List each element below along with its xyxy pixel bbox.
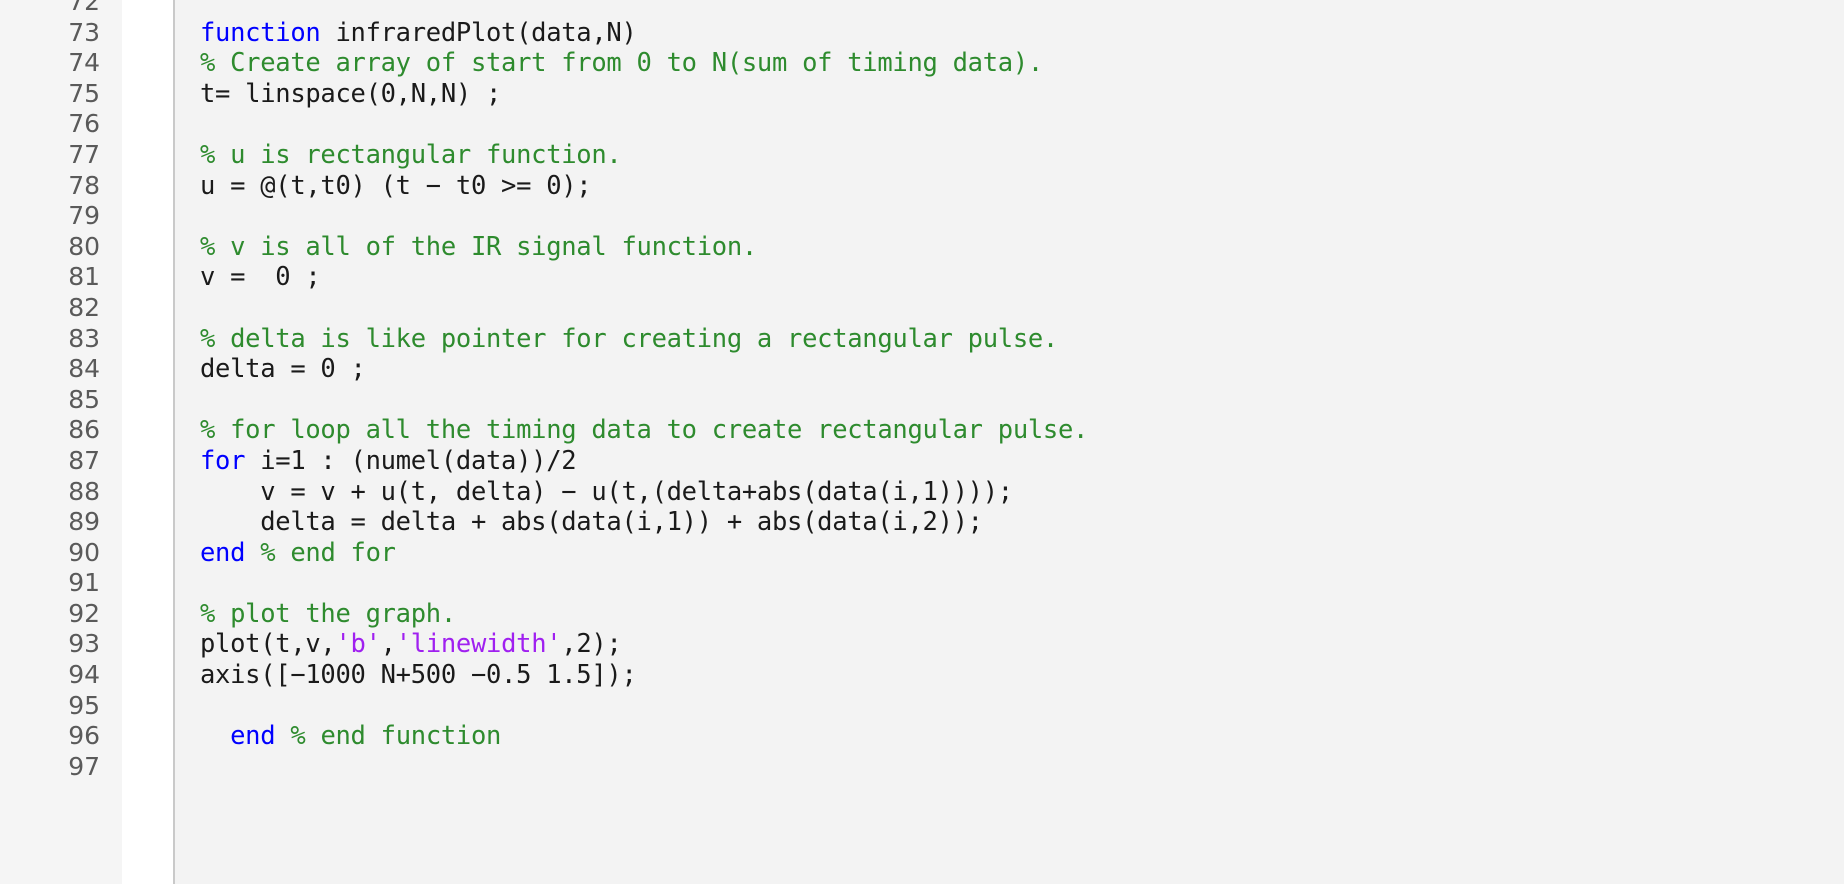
code-line[interactable]: end % end for <box>175 538 1844 569</box>
code-line[interactable] <box>175 385 1844 416</box>
code-editor[interactable]: 72 73 74 75 76 77 78 79 80 81 82 83 84 85 86 87 88 89 90 91… <box>0 0 1844 884</box>
code-line[interactable]: v = v + u(t, delta) − u(t,(delta+abs(dat… <box>175 477 1844 508</box>
code-line[interactable]: function infraredPlot(data,N) <box>175 18 1844 49</box>
line-number: 78 <box>68 170 100 200</box>
line-number: 80 <box>68 231 100 261</box>
code-token-plain: u = @(t,t0) (t − t0 >= 0); <box>200 170 592 201</box>
code-token-comment: % u is rectangular function. <box>200 139 622 170</box>
code-token-plain: , <box>380 629 396 660</box>
line-number: 92 <box>68 598 100 628</box>
code-token-comment: % end for <box>260 537 396 568</box>
code-token-keyword: end <box>230 721 276 752</box>
line-number: 94 <box>68 660 100 690</box>
line-number: 82 <box>68 292 100 322</box>
code-token-plain: delta = 0 ; <box>200 354 366 385</box>
code-line[interactable]: delta = delta + abs(data(i,1)) + abs(dat… <box>175 507 1844 538</box>
line-number: 86 <box>68 415 100 445</box>
code-line[interactable]: for i=1 : (numel(data))/2 <box>175 446 1844 477</box>
code-token-comment: % v is all of the IR signal function. <box>200 231 757 262</box>
line-number: 75 <box>68 78 100 108</box>
code-line[interactable]: u = @(t,t0) (t − t0 >= 0); <box>175 171 1844 202</box>
code-token-plain: i=1 : (numel(data))/2 <box>245 445 577 476</box>
code-line-list: function infraredPlot(data,N)% Create ar… <box>175 0 1844 782</box>
code-token-plain: ,2); <box>561 629 622 660</box>
code-token-keyword: end <box>200 537 246 568</box>
code-token-plain: v = v + u(t, delta) − u(t,(delta+abs(dat… <box>200 476 1013 507</box>
line-number: 93 <box>68 629 100 659</box>
line-number: 89 <box>68 507 100 537</box>
code-line[interactable]: % for loop all the timing data to create… <box>175 415 1844 446</box>
line-number-list: 72 73 74 75 76 77 78 79 80 81 82 83 84 85 86 87 88 89 90 91… <box>0 0 122 782</box>
code-line[interactable]: end % end function <box>175 721 1844 752</box>
code-line[interactable]: axis([−1000 N+500 −0.5 1.5]); <box>175 660 1844 691</box>
code-line[interactable]: delta = 0 ; <box>175 354 1844 385</box>
code-line[interactable]: v = 0 ; <box>175 262 1844 293</box>
line-number: 91 <box>68 568 100 598</box>
line-number: 83 <box>68 323 100 353</box>
line-number: 87 <box>68 445 100 475</box>
code-line[interactable]: % u is rectangular function. <box>175 140 1844 171</box>
code-token-plain: v = 0 ; <box>200 262 321 293</box>
breakpoint-fold-column[interactable] <box>122 0 173 884</box>
code-token-comment: % Create array of start from 0 to N(sum … <box>200 48 1043 79</box>
code-line[interactable]: % Create array of start from 0 to N(sum … <box>175 48 1844 79</box>
code-token-plain: plot(t,v, <box>200 629 336 660</box>
code-line[interactable]: plot(t,v,'b','linewidth',2); <box>175 629 1844 660</box>
code-line[interactable] <box>175 0 1844 18</box>
line-number: 79 <box>68 201 100 231</box>
line-number-gutter[interactable]: 72 73 74 75 76 77 78 79 80 81 82 83 84 85 86 87 88 89 90 91… <box>0 0 122 884</box>
code-token-comment: % for loop all the timing data to create… <box>200 415 1089 446</box>
code-line[interactable]: % delta is like pointer for creating a r… <box>175 324 1844 355</box>
code-line[interactable] <box>175 568 1844 599</box>
code-token-keyword: function <box>200 17 321 48</box>
code-token-comment: % plot the graph. <box>200 598 456 629</box>
code-line[interactable]: t= linspace(0,N,N) ; <box>175 79 1844 110</box>
line-number: 97 <box>68 751 100 781</box>
code-token-plain: infraredPlot(data,N) <box>320 17 637 48</box>
code-token-string: 'linewidth' <box>395 629 562 660</box>
line-number: 84 <box>68 354 100 384</box>
line-number: 88 <box>68 476 100 506</box>
code-line[interactable]: % plot the graph. <box>175 599 1844 630</box>
code-token-plain: delta = delta + abs(data(i,1)) + abs(dat… <box>200 507 983 538</box>
code-line[interactable] <box>175 109 1844 140</box>
code-token-plain: t= linspace(0,N,N) ; <box>200 78 502 109</box>
line-number: 81 <box>68 262 100 292</box>
gutter-separator <box>173 0 175 884</box>
code-token-comment: % delta is like pointer for creating a r… <box>200 323 1058 354</box>
code-line[interactable] <box>175 691 1844 722</box>
line-number: 72 <box>68 0 100 16</box>
code-line[interactable]: % v is all of the IR signal function. <box>175 232 1844 263</box>
line-number: 77 <box>68 139 100 169</box>
code-token-keyword: for <box>200 445 246 476</box>
code-token-comment: % end function <box>290 721 502 752</box>
line-number: 95 <box>68 690 100 720</box>
code-line[interactable] <box>175 752 1844 783</box>
line-number: 76 <box>68 109 100 139</box>
code-token-string: 'b' <box>335 629 381 660</box>
code-line[interactable] <box>175 293 1844 324</box>
code-line[interactable] <box>175 201 1844 232</box>
line-number: 85 <box>68 384 100 414</box>
line-number: 96 <box>68 721 100 751</box>
line-number: 74 <box>68 48 100 78</box>
code-token-plain: axis([−1000 N+500 −0.5 1.5]); <box>200 660 637 691</box>
code-content-area[interactable]: function infraredPlot(data,N)% Create ar… <box>175 0 1844 884</box>
line-number: 90 <box>68 537 100 567</box>
line-number: 73 <box>68 17 100 47</box>
